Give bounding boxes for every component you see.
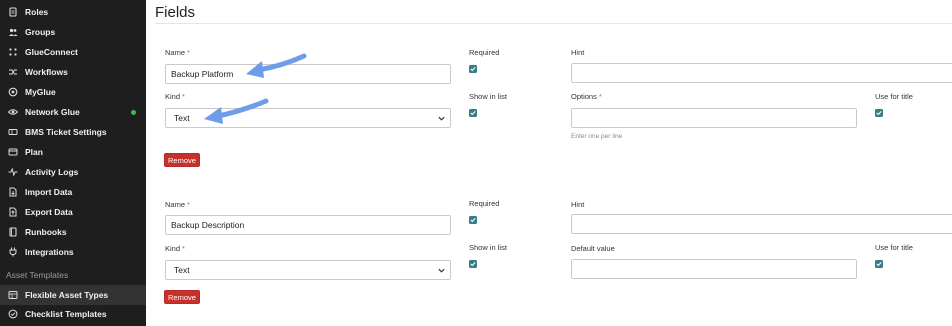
sidebar-item-import-data[interactable]: Import Data: [0, 182, 146, 202]
show-in-list-checkbox[interactable]: [469, 260, 477, 268]
kind-select-value: Text: [174, 113, 190, 123]
section-header-asset-templates: Asset Templates: [6, 270, 69, 280]
card-icon: [8, 147, 18, 157]
sidebar-item-label: GlueConnect: [25, 47, 78, 57]
kind-select-value: Text: [174, 265, 190, 275]
remove-button[interactable]: Remove: [164, 153, 200, 167]
kind-select[interactable]: Text: [165, 260, 451, 280]
show-in-list-checkbox[interactable]: [469, 109, 477, 117]
use-for-title-checkbox[interactable]: [875, 260, 883, 268]
sidebar-item-activity-logs[interactable]: Activity Logs: [0, 162, 146, 182]
name-input[interactable]: Backup Platform: [165, 64, 451, 84]
sidebar-item-plan[interactable]: Plan: [0, 142, 146, 162]
sidebar-item-label: Integrations: [25, 247, 74, 257]
sidebar-item-label: MyGlue: [25, 87, 56, 97]
sidebar-item-label: Groups: [25, 27, 56, 37]
sidebar-item-label: Activity Logs: [25, 167, 79, 177]
sidebar-item-label: Import Data: [25, 187, 73, 197]
kind-label: Kind *: [165, 92, 185, 101]
sidebar-item-label: Roles: [25, 7, 49, 17]
sidebar-item-workflows[interactable]: Workflows: [0, 62, 146, 82]
hint-input[interactable]: [571, 214, 952, 234]
page-title: Fields: [155, 4, 196, 21]
chevron-down-icon: [437, 114, 446, 123]
sidebar-item-label: Network Glue: [25, 107, 80, 117]
options-help-text: Enter one per line: [571, 133, 623, 140]
check-circle-icon: [8, 309, 18, 319]
plug-icon: [8, 247, 18, 257]
name-label: Name *: [165, 48, 190, 57]
activity-icon: [8, 167, 18, 177]
sidebar-item-label: Export Data: [25, 207, 73, 217]
show-in-list-label: Show in list: [469, 92, 507, 101]
sidebar-item-network-glue[interactable]: Network Glue: [0, 102, 146, 122]
shuffle-icon: [8, 67, 18, 77]
grid-icon: [8, 290, 18, 300]
sidebar-item-integrations[interactable]: Integrations: [0, 242, 146, 262]
default-value-input[interactable]: [571, 259, 857, 279]
annotation-arrow-icon: [204, 98, 269, 124]
glue-icon: [8, 87, 18, 97]
default-value-label: Default value: [571, 244, 615, 253]
use-for-title-checkbox[interactable]: [875, 109, 883, 117]
hint-label: Hint: [571, 48, 585, 57]
sidebar-item-groups[interactable]: Groups: [0, 22, 146, 42]
required-checkbox[interactable]: [469, 65, 477, 73]
show-in-list-label: Show in list: [469, 243, 507, 252]
sidebar-item-export-data[interactable]: Export Data: [0, 202, 146, 222]
sidebar-item-runbooks[interactable]: Runbooks: [0, 222, 146, 242]
sidebar-item-label: Runbooks: [25, 227, 67, 237]
remove-button[interactable]: Remove: [164, 290, 200, 304]
sidebar-item-label: Workflows: [25, 67, 68, 77]
name-label: Name *: [165, 200, 190, 209]
sidebar-item-label: Plan: [25, 147, 43, 157]
title-divider: [155, 23, 952, 24]
sidebar-item-bms-ticket-settings[interactable]: BMS Ticket Settings: [0, 122, 146, 142]
connect-icon: [8, 47, 18, 57]
status-online-dot: [131, 110, 136, 115]
sidebar-item-glueconnect[interactable]: GlueConnect: [0, 42, 146, 62]
kind-label: Kind *: [165, 244, 185, 253]
sidebar-item-flexible-asset-types[interactable]: Flexible Asset Types: [0, 285, 146, 305]
sidebar-item-checklist-templates[interactable]: Checklist Templates: [0, 304, 146, 324]
annotation-arrow-icon: [246, 53, 307, 78]
name-input[interactable]: Backup Description: [165, 215, 451, 235]
required-label: Required: [469, 48, 500, 57]
document-icon: [8, 7, 18, 17]
ticket-icon: [8, 127, 18, 137]
export-icon: [8, 207, 18, 217]
chevron-down-icon: [437, 266, 446, 275]
use-for-title-label: Use for title: [875, 243, 913, 252]
book-icon: [8, 227, 18, 237]
required-label: Required: [469, 199, 500, 208]
eye-icon: [8, 107, 18, 117]
main-content: Fields Name * Backup Platform Kind * Text …: [146, 0, 952, 326]
sidebar-item-label: BMS Ticket Settings: [25, 127, 107, 137]
required-checkbox[interactable]: [469, 216, 477, 224]
sidebar: Roles Groups GlueConnect Workflows MyGlu…: [0, 0, 146, 326]
sidebar-item-myglue[interactable]: MyGlue: [0, 82, 146, 102]
hint-label: Hint: [571, 200, 585, 209]
use-for-title-label: Use for title: [875, 92, 913, 101]
options-input[interactable]: [571, 108, 857, 128]
hint-input[interactable]: [571, 63, 952, 83]
options-label: Options *: [571, 92, 602, 101]
sidebar-item-roles[interactable]: Roles: [0, 2, 146, 22]
import-icon: [8, 187, 18, 197]
sidebar-item-label: Flexible Asset Types: [25, 290, 109, 300]
sidebar-item-label: Checklist Templates: [25, 309, 107, 319]
people-icon: [8, 27, 18, 37]
